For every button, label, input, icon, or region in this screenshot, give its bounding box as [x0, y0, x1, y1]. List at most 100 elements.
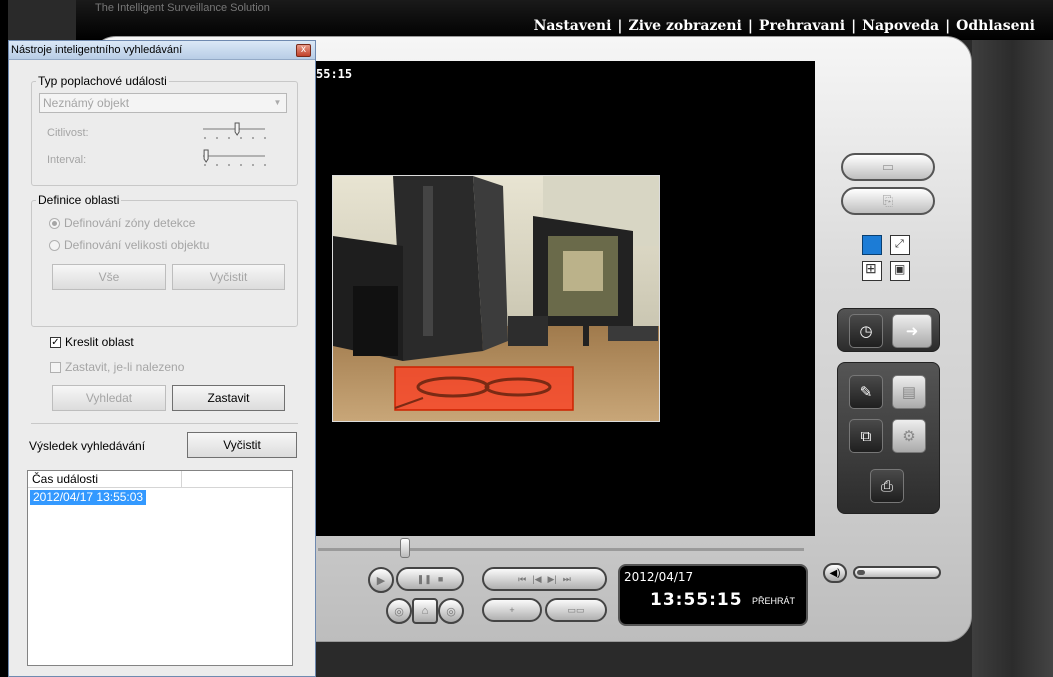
camera-image[interactable]	[332, 175, 660, 422]
sensitivity-label: Citlivost:	[47, 127, 89, 139]
select-all-button[interactable]: Vše	[52, 264, 166, 290]
nav-separator: |	[945, 18, 951, 34]
eject-button[interactable]: ⌂	[412, 598, 438, 624]
slider-thumb	[234, 122, 240, 136]
view-layout-grid: ⤢ ⊞ ▣	[858, 231, 916, 287]
radio-detection-zone[interactable]: Definování zóny detekce	[49, 216, 195, 230]
volume-level	[857, 570, 865, 575]
results-list[interactable]: Čas události 2012/04/17 13:55:03	[27, 470, 293, 666]
nav-logout[interactable]: Odhlaseni	[956, 18, 1035, 34]
area-definition-group: Definice oblasti	[31, 193, 298, 327]
snapshot-left-button[interactable]: ◎	[386, 598, 412, 624]
open-folder-button[interactable]: ▭	[841, 153, 935, 181]
draw-area-checkbox[interactable]: ✓ Kreslit oblast	[50, 335, 134, 349]
playback-state: PŘEHRÁT	[752, 596, 796, 606]
copy-button[interactable]: ⧉	[849, 419, 883, 453]
plus-icon: +	[509, 605, 515, 615]
timeline-thumb[interactable]	[400, 538, 410, 558]
app-tagline: The Intelligent Surveillance Solution	[95, 2, 270, 14]
speaker-icon: ◀)	[829, 567, 841, 579]
results-label: Výsledek vyhledávání	[29, 439, 146, 453]
playback-date: 2012/04/17	[624, 570, 694, 584]
nav-help[interactable]: Napoveda	[862, 18, 939, 34]
play-button[interactable]: ▶	[368, 567, 394, 593]
pause-stop-group: ❚❚ ■	[396, 567, 464, 591]
speed-toggle-button[interactable]: ▭▭	[545, 598, 607, 622]
interval-slider[interactable]	[195, 148, 271, 170]
background-right	[972, 40, 1053, 677]
pause-icon[interactable]: ❚❚	[417, 574, 432, 585]
playback-time: 13:55:15	[650, 590, 743, 610]
column-header-event-time[interactable]: Čas události	[28, 471, 182, 488]
previous-frame-icon[interactable]: |◀	[532, 574, 541, 585]
dialog-titlebar[interactable]: Nástroje inteligentního vyhledávání x	[9, 41, 315, 60]
quad-view-button[interactable]: ⊞	[862, 260, 882, 281]
clear-results-label: Vyčistit	[223, 438, 261, 452]
play-icon: ▶	[376, 574, 386, 587]
print-button[interactable]: ⎙	[870, 469, 904, 503]
nav-playback[interactable]: Prehravani	[759, 18, 845, 34]
sensitivity-slider[interactable]	[195, 121, 271, 143]
print-icon: ⎙	[880, 477, 893, 495]
clear-results-button[interactable]: Vyčistit	[187, 432, 297, 458]
nav-live-view[interactable]: Zive zobrazeni	[628, 18, 741, 34]
hammer-icon: ➜	[905, 323, 919, 340]
radio-object-size[interactable]: Definování velikosti objektu	[49, 238, 209, 252]
frame-step-group: ⏮ |◀ ▶| ⏭	[482, 567, 607, 591]
playback-display: 2012/04/17 13:55:15 PŘEHRÁT	[618, 564, 808, 626]
settings-copy-button[interactable]: ⚙	[892, 419, 926, 453]
fit-icon: ▣	[894, 262, 906, 276]
smart-search-button[interactable]: ➜	[892, 314, 932, 348]
fit-view-button[interactable]: ▣	[890, 261, 910, 281]
pencil-icon: ✎	[859, 384, 873, 401]
interval-label: Interval:	[47, 154, 87, 166]
clear-area-label: Vyčistit	[209, 270, 248, 284]
copy-icon: ⧉	[860, 427, 872, 445]
gear-copy-icon: ⚙	[902, 428, 916, 445]
window-left-edge	[0, 0, 8, 677]
eject-icon: ⌂	[421, 605, 429, 617]
video-timestamp-overlay: 55:15	[316, 67, 353, 81]
speed-up-button[interactable]: +	[482, 598, 542, 622]
single-view-button[interactable]	[862, 235, 882, 255]
draw-area-label: Kreslit oblast	[65, 335, 134, 349]
document-button[interactable]: ▤	[892, 375, 926, 409]
stop-icon[interactable]: ■	[438, 574, 443, 584]
schedule-button[interactable]: ◷	[849, 314, 883, 348]
first-frame-icon[interactable]: ⏮	[518, 574, 526, 585]
search-button[interactable]: Vyhledat	[52, 385, 166, 411]
last-frame-icon[interactable]: ⏭	[563, 574, 571, 585]
record-icon: ◎	[394, 605, 404, 618]
checkbox-indicator	[50, 361, 61, 373]
top-navigation: Nastaveni | Zive zobrazeni | Prehravani …	[534, 18, 1035, 34]
event-type-select[interactable]: Neznámý objekt ▼	[39, 93, 287, 113]
export-icon: ⎘	[882, 193, 894, 208]
nav-separator: |	[617, 18, 623, 34]
snapshot-right-button[interactable]: ◎	[438, 598, 464, 624]
event-type-legend: Typ poplachové události	[38, 74, 167, 88]
close-button[interactable]: x	[296, 44, 311, 57]
nav-settings[interactable]: Nastaveni	[534, 18, 612, 34]
fullscreen-button[interactable]: ⤢	[890, 235, 910, 255]
stop-label: Zastavit	[207, 391, 250, 405]
area-definition-legend: Definice oblasti	[38, 193, 120, 207]
checkbox-indicator: ✓	[50, 336, 61, 348]
volume-slider[interactable]	[853, 566, 941, 579]
dialog-title: Nástroje inteligentního vyhledávání	[11, 44, 183, 56]
list-item[interactable]: 2012/04/17 13:55:03	[30, 490, 147, 505]
mute-button[interactable]: ◀)	[823, 563, 847, 583]
stop-when-found-checkbox[interactable]: Zastavit, je-li nalezeno	[50, 360, 184, 374]
draw-button[interactable]: ✎	[849, 375, 883, 409]
stop-button[interactable]: Zastavit	[172, 385, 285, 411]
event-type-value: Neznámý objekt	[43, 96, 130, 110]
next-frame-icon[interactable]: ▶|	[548, 574, 557, 585]
timeline-track[interactable]	[318, 548, 804, 551]
export-button[interactable]: ⎘	[841, 187, 935, 215]
clock-icon: ◷	[859, 323, 873, 340]
column-header-empty[interactable]	[182, 471, 292, 488]
camera-scene	[333, 176, 659, 421]
select-all-label: Vše	[98, 270, 120, 284]
fullscreen-icon: ⤢	[895, 238, 904, 250]
clear-area-button[interactable]: Vyčistit	[172, 264, 285, 290]
tools-panel: ✎ ▤ ⧉ ⚙ ⎙	[837, 362, 940, 514]
